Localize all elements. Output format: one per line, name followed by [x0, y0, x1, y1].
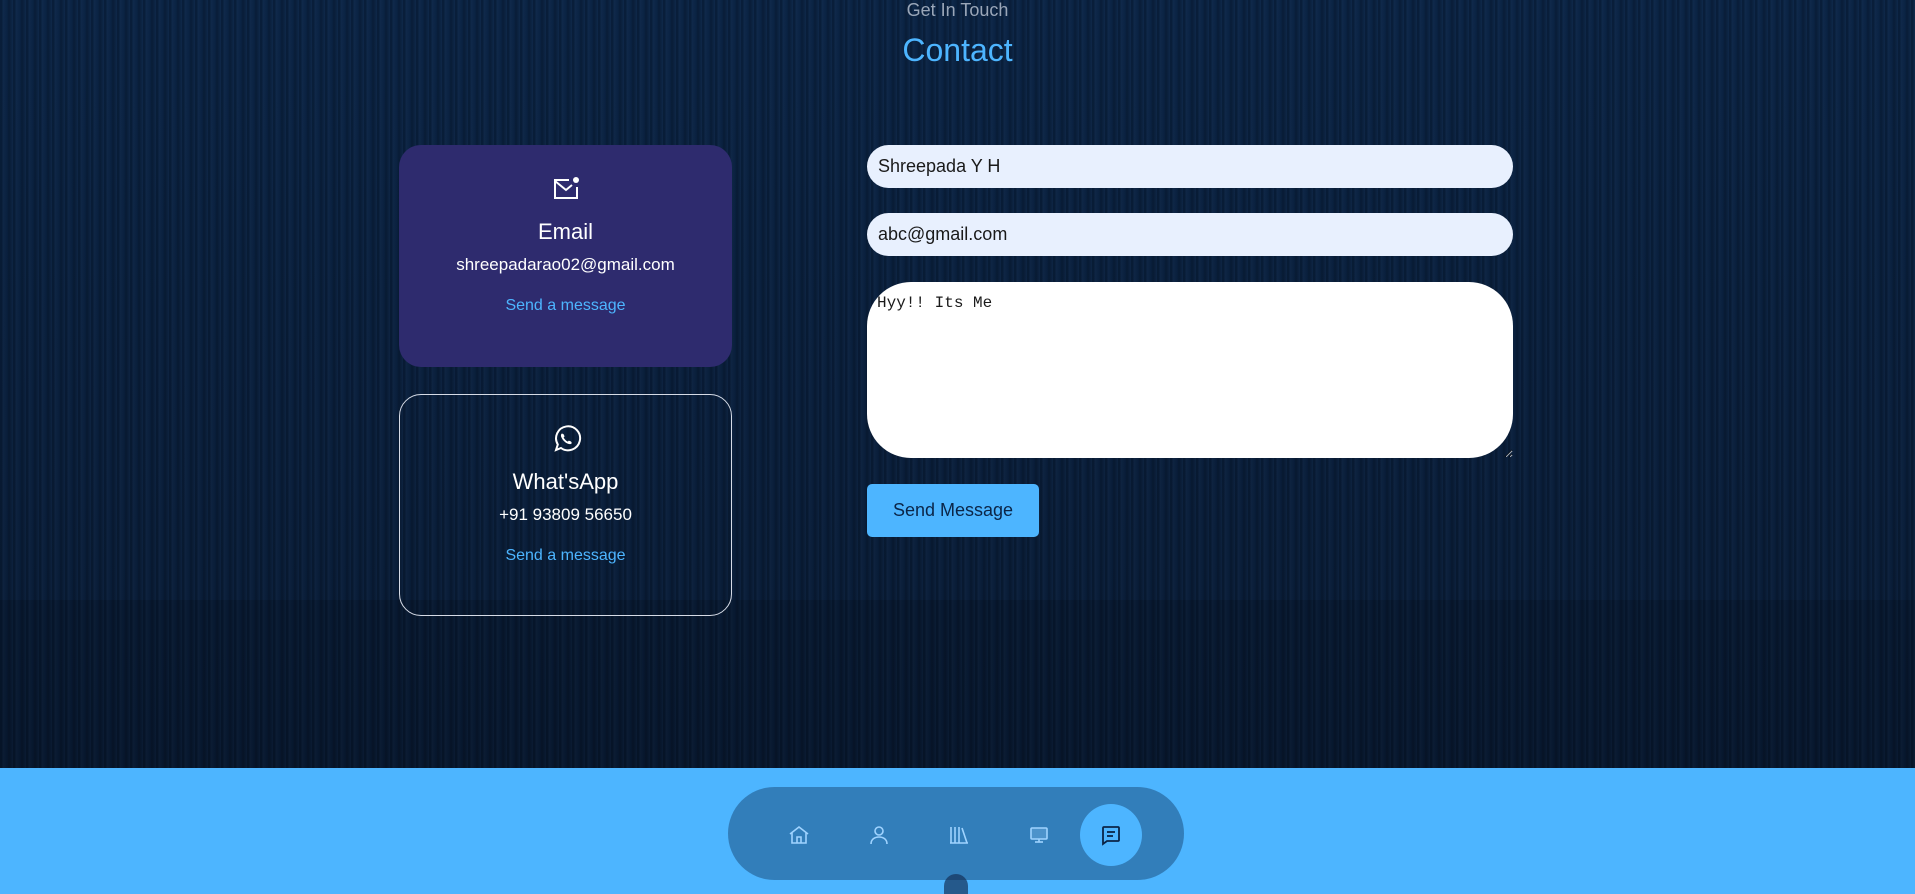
send-message-button[interactable]: Send Message — [867, 484, 1039, 537]
nav-experience[interactable] — [928, 804, 990, 866]
nav-home[interactable] — [768, 804, 830, 866]
email-send-link[interactable]: Send a message — [505, 297, 625, 315]
message-icon — [1102, 826, 1120, 846]
whatsapp-card: What'sApp +91 93809 56650 Send a message — [399, 394, 732, 616]
whatsapp-number: +91 93809 56650 — [499, 505, 632, 524]
email-card: Email shreepadarao02@gmail.com Send a me… — [399, 145, 732, 367]
library-icon — [950, 827, 968, 844]
whatsapp-send-link[interactable]: Send a message — [505, 547, 625, 565]
nav-contact[interactable] — [1080, 804, 1142, 866]
email-input[interactable] — [867, 213, 1513, 256]
message-textarea[interactable]: Hyy!! Its Me — [867, 282, 1513, 458]
user-icon — [870, 826, 888, 845]
email-address: shreepadarao02@gmail.com — [456, 255, 675, 274]
section-shadow — [0, 600, 1915, 768]
nav-portfolio[interactable] — [1008, 804, 1070, 866]
section-title: Contact — [902, 32, 1013, 68]
name-input[interactable] — [867, 145, 1513, 188]
email-card-title: Email — [537, 219, 593, 244]
bottom-nav — [728, 787, 1184, 880]
monitor-icon — [1030, 827, 1048, 843]
nav-about[interactable] — [848, 804, 910, 866]
whatsapp-icon — [553, 425, 581, 452]
whatsapp-card-title: What'sApp — [512, 469, 619, 494]
nav-indicator — [944, 874, 968, 894]
home-icon — [789, 825, 809, 844]
section-subtitle: Get In Touch — [906, 0, 1009, 20]
mail-icon — [553, 177, 579, 199]
